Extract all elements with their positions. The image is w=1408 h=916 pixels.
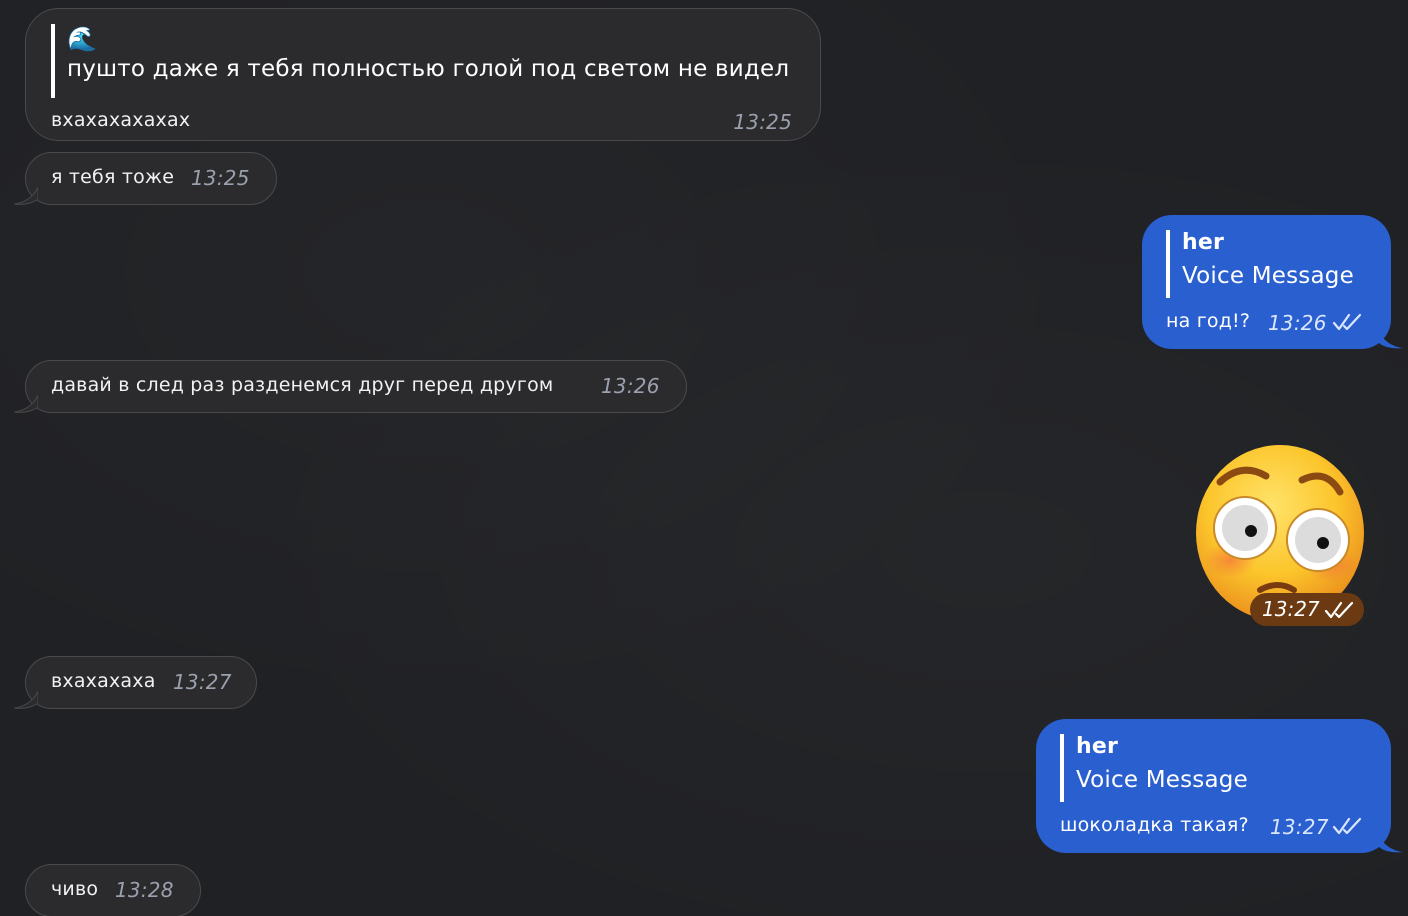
reply-text: Voice Message [1076,767,1248,793]
reply-author: her [1182,230,1225,255]
message-text: шоколадка такая? [1060,814,1249,836]
bubble-tail-icon [14,395,38,413]
message-outgoing[interactable]: her Voice Message на год!? 13:26 [1142,215,1403,349]
chat-area[interactable]: 🌊 пушто даже я тебя полностью голой под … [0,0,1408,916]
message-time: 13:26 [1268,311,1327,335]
message-text: на год!? [1166,310,1251,332]
message-time: 13:25 [733,110,792,134]
double-check-icon [1324,601,1354,619]
message-time: 13:27 [1270,815,1329,839]
message-incoming[interactable]: я тебя тоже 13:25 [14,152,277,205]
message-outgoing[interactable]: her Voice Message шоколадка такая? 13:27 [1036,719,1403,853]
message-incoming[interactable]: давай в след раз разденемся друг перед д… [14,360,687,413]
message-text: вхахахаха [51,670,156,692]
reply-author: her [1076,734,1119,759]
message-text: чиво [51,878,99,900]
message-incoming[interactable]: вхахахаха 13:27 [14,656,257,709]
message-text: вхахахахахах [51,109,191,131]
reply-quote[interactable]: 🌊 пушто даже я тебя полностью голой под … [51,24,789,98]
reply-quote[interactable]: her Voice Message [1060,734,1248,802]
message-incoming[interactable]: 🌊 пушто даже я тебя полностью голой под … [25,8,821,141]
message-time: 13:27 [173,670,232,694]
bubble-tail-icon [1379,835,1403,853]
message-time: 13:28 [115,878,174,902]
bubble-tail-icon [14,691,38,709]
reply-text: Voice Message [1182,263,1354,289]
message-time: 13:27 [1262,597,1320,621]
reply-text: пушто даже я тебя полностью голой под св… [67,56,790,82]
bubble-tail-icon [1379,331,1403,349]
bubble-tail-icon [14,187,38,205]
message-text: давай в след раз разденемся друг перед д… [51,374,554,396]
double-check-icon [1332,817,1362,835]
message-time: 13:25 [191,166,250,190]
message-incoming[interactable]: чиво 13:28 [25,864,201,916]
double-check-icon [1332,313,1362,331]
message-text: я тебя тоже [51,166,175,188]
message-time: 13:26 [601,374,660,398]
wave-emoji-icon: 🌊 [67,25,98,53]
sticker-message[interactable]: 13:27 [1190,440,1370,630]
sticker-time-badge: 13:27 [1250,593,1364,626]
reply-quote[interactable]: her Voice Message [1166,230,1354,298]
